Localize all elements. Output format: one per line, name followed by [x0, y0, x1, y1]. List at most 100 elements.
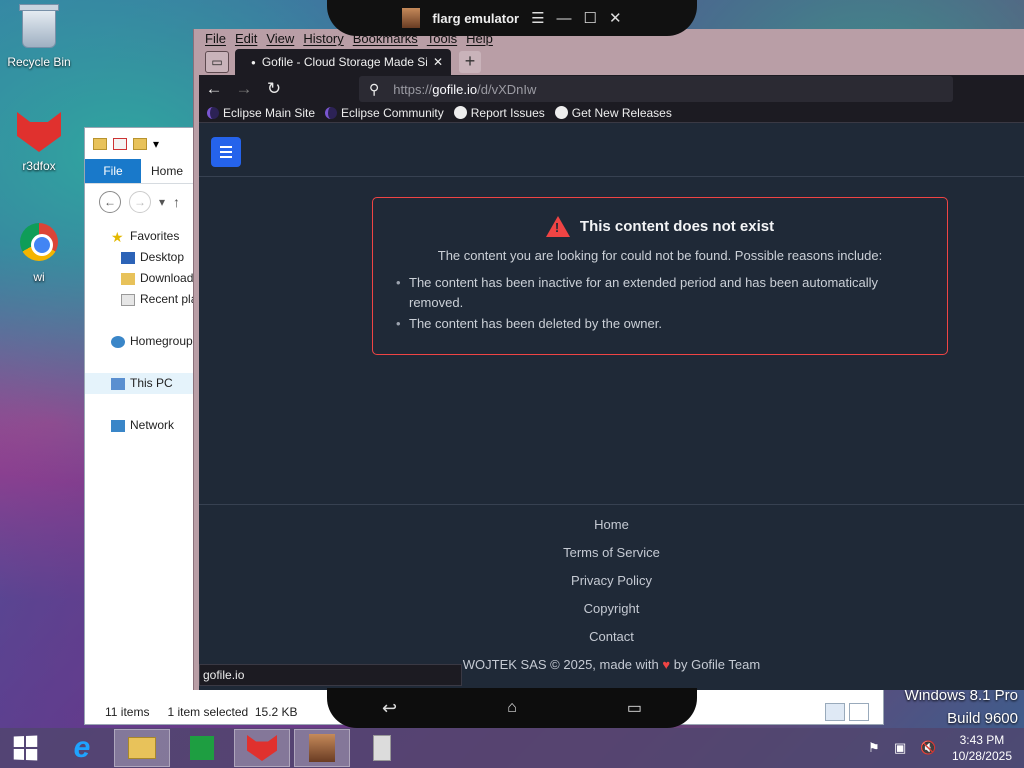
- desktop-icon-r3dfox[interactable]: r3dfox: [4, 112, 74, 173]
- network-icon[interactable]: ▣: [894, 741, 908, 755]
- footer-link-contact[interactable]: Contact: [199, 623, 1024, 651]
- taskbar-r3dfox[interactable]: [234, 729, 290, 767]
- hamburger-menu-icon[interactable]: [211, 137, 241, 167]
- search-icon: ⚲: [369, 80, 380, 97]
- folder-icon[interactable]: [93, 138, 107, 150]
- emulator-logo-icon: [402, 8, 421, 28]
- bookmark-label: Get New Releases: [571, 105, 672, 120]
- bookmark-get-new-releases[interactable]: Get New Releases: [554, 105, 672, 120]
- close-icon[interactable]: ✕: [609, 9, 622, 27]
- url-host: gofile.io: [432, 81, 478, 97]
- footer-link-copyright[interactable]: Copyright: [199, 595, 1024, 623]
- browser-window: File Edit View History Bookmarks Tools H…: [193, 29, 1024, 690]
- taskbar: e ⚑ ▣ 🔇 3:43 PM 10/28/2025: [0, 728, 1024, 768]
- site-header: [199, 123, 1024, 177]
- internet-explorer-icon: e: [73, 731, 91, 764]
- tab-list-icon[interactable]: ▭: [205, 51, 229, 73]
- taskbar-emulator[interactable]: [294, 729, 350, 767]
- item-count: 11 items: [105, 705, 150, 719]
- up-button[interactable]: ↑: [173, 194, 180, 210]
- menu-icon[interactable]: ☰: [531, 9, 544, 27]
- taskbar-internet-explorer[interactable]: e: [54, 729, 110, 767]
- file-explorer-icon: [128, 737, 156, 759]
- bookmark-label: Report Issues: [470, 105, 545, 120]
- taskbar-store[interactable]: [174, 729, 230, 767]
- link-status-tooltip: gofile.io: [199, 664, 462, 686]
- start-button[interactable]: [0, 728, 50, 768]
- navigation-toolbar: ← → ↻ ⚲ https://gofile.io/d/vXDnIw: [199, 75, 1024, 103]
- emulator-icon: [309, 734, 335, 762]
- desktop-icon-recycle-bin[interactable]: Recycle Bin: [4, 4, 74, 69]
- windows-logo-icon: [13, 735, 38, 761]
- reload-icon[interactable]: ↻: [259, 79, 289, 99]
- url-scheme: https://: [393, 81, 433, 97]
- chevron-down-icon[interactable]: ▾: [153, 137, 159, 151]
- error-title: This content does not exist: [579, 218, 775, 235]
- close-tab-icon[interactable]: ✕: [433, 55, 443, 69]
- forward-arrow-icon[interactable]: →: [229, 79, 259, 99]
- tab-gofile[interactable]: ● Gofile - Cloud Storage Made Simple ✕: [235, 49, 451, 75]
- action-center-flag-icon[interactable]: ⚑: [868, 741, 882, 755]
- android-home-icon[interactable]: ⌂: [507, 699, 517, 717]
- clock-time: 3:43 PM: [959, 733, 1005, 747]
- eclipse-icon: [325, 106, 338, 119]
- chrome-icon: [17, 223, 61, 267]
- details-view-icon[interactable]: [825, 703, 845, 721]
- windows-version-watermark: Windows 8.1 Pro Build 9600: [905, 684, 1018, 730]
- watermark-line: Build 9600: [947, 710, 1018, 727]
- list-item: The content has been inactive for an ext…: [396, 273, 919, 313]
- url-bar[interactable]: ⚲ https://gofile.io/d/vXDnIw: [359, 76, 953, 102]
- footer-link-privacy[interactable]: Privacy Policy: [199, 567, 1024, 595]
- menu-file[interactable]: File: [205, 29, 226, 49]
- reason-list: The content has been inactive for an ext…: [396, 273, 919, 334]
- r3dfox-icon: [17, 112, 61, 156]
- nav-label: This PC: [130, 376, 173, 390]
- taskbar-file-explorer[interactable]: [114, 729, 170, 767]
- desktop-icon-wi[interactable]: wi: [4, 220, 74, 284]
- navigation-pane: ★ Favorites Desktop Downloads Recent plac…: [85, 226, 195, 436]
- clock-date: 10/28/2025: [951, 749, 1012, 763]
- menu-view[interactable]: View: [266, 29, 294, 49]
- nav-this-pc[interactable]: This PC: [85, 373, 195, 394]
- url-text: https://gofile.io/d/vXDnIw: [393, 82, 536, 97]
- new-tab-button[interactable]: +: [459, 51, 481, 73]
- footer-link-terms[interactable]: Terms of Service: [199, 539, 1024, 567]
- app-icon: [373, 735, 391, 761]
- error-heading: This content does not exist: [373, 216, 947, 237]
- menu-edit[interactable]: Edit: [235, 29, 257, 49]
- volume-muted-icon[interactable]: 🔇: [920, 741, 936, 755]
- store-icon: [190, 736, 214, 760]
- bookmark-label: Eclipse Main Site: [223, 105, 316, 120]
- properties-icon[interactable]: [113, 138, 127, 150]
- nav-homegroup[interactable]: Homegroup: [85, 331, 195, 352]
- nav-network[interactable]: Network: [85, 415, 195, 436]
- new-folder-icon[interactable]: [133, 138, 147, 150]
- nav-favorites[interactable]: ★ Favorites: [85, 226, 195, 247]
- large-icons-view-icon[interactable]: [849, 703, 869, 721]
- back-arrow-icon[interactable]: ←: [199, 79, 229, 99]
- bookmark-eclipse-main-site[interactable]: Eclipse Main Site: [207, 106, 315, 120]
- android-back-icon[interactable]: ↩: [382, 698, 397, 719]
- footer-link-home[interactable]: Home: [199, 511, 1024, 539]
- forward-button[interactable]: →: [129, 191, 151, 213]
- bookmark-report-issues[interactable]: Report Issues: [453, 105, 545, 120]
- android-recents-icon[interactable]: ▭: [627, 698, 642, 718]
- maximize-icon[interactable]: ☐: [584, 9, 597, 27]
- eclipse-icon: [207, 106, 219, 119]
- nav-recent-places[interactable]: Recent places: [85, 289, 195, 310]
- nav-desktop[interactable]: Desktop: [85, 247, 195, 268]
- menu-history[interactable]: History: [303, 29, 343, 49]
- nav-label: Homegroup: [130, 334, 193, 348]
- clock[interactable]: 3:43 PM 10/28/2025: [952, 732, 1012, 764]
- nav-downloads[interactable]: Downloads: [85, 268, 195, 289]
- minimize-icon[interactable]: —: [557, 10, 572, 27]
- recent-locations-icon[interactable]: ▾: [159, 195, 165, 209]
- bookmark-eclipse-community[interactable]: Eclipse Community: [325, 106, 444, 120]
- tab-file[interactable]: File: [85, 159, 141, 183]
- loading-dot-icon: ●: [251, 57, 256, 67]
- taskbar-app[interactable]: [354, 729, 410, 767]
- back-button[interactable]: ←: [99, 191, 121, 213]
- desktop-icon-label: Recycle Bin: [7, 55, 71, 69]
- tab-home[interactable]: Home: [141, 159, 193, 183]
- star-icon: ★: [111, 228, 124, 245]
